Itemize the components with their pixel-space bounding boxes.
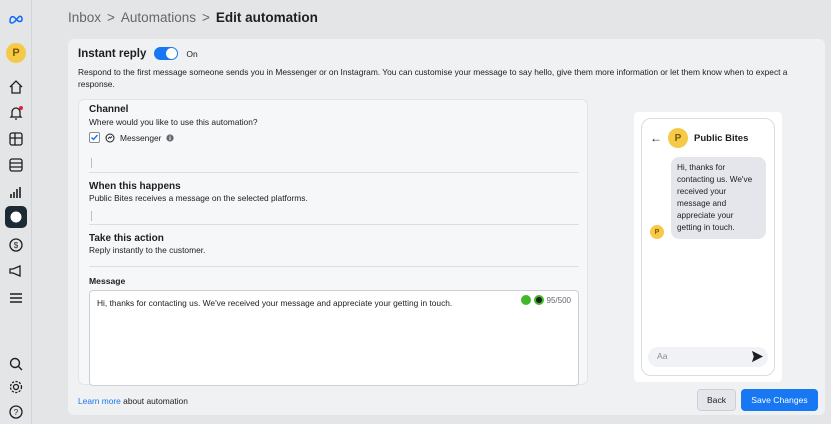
menu-icon[interactable] [5,287,27,309]
notifications-icon[interactable] [5,102,27,124]
divider [89,172,579,173]
message-textarea[interactable]: Hi, thanks for contacting us. We've rece… [89,290,579,386]
emoji-icon[interactable] [533,295,544,305]
message-label: Message [89,276,126,286]
inbox-icon[interactable] [5,206,27,228]
help-icon[interactable]: ? [5,401,27,423]
insights-icon[interactable] [5,181,27,203]
avatar-initial: P [12,47,20,59]
trigger-title: When this happens [89,181,181,192]
page-title: Edit automation [215,10,318,25]
save-changes-button[interactable]: Save Changes [741,389,818,411]
phone-frame: ← P Public Bites Hi, thanks for contacti… [641,118,775,376]
planner-icon[interactable] [5,154,27,176]
preview-message-input: Aa [648,347,768,367]
info-icon[interactable] [166,133,175,142]
channel-title: Channel [89,104,129,115]
learn-more-link[interactable]: Learn more [78,396,121,406]
back-arrow-icon: ← [650,131,662,145]
instant-reply-toggle[interactable] [154,47,179,60]
meta-logo-icon[interactable] [5,8,27,30]
instant-reply-description: Respond to the first message someone sen… [78,67,788,89]
svg-text:$: $ [14,241,19,250]
channel-subtitle: Where would you like to use this automat… [89,117,258,127]
account-avatar[interactable]: P [6,43,26,63]
instant-reply-header: Instant reply On [78,47,198,60]
content-grid-icon[interactable] [5,128,27,150]
message-meta: 95/500 [520,295,571,305]
preview-header: ← P Public Bites [650,128,748,148]
automation-steps: Channel Where would you like to use this… [78,99,588,386]
connector-line [91,158,92,168]
message-text: Hi, thanks for contacting us. We've rece… [97,298,453,308]
monetization-icon[interactable]: $ [5,234,27,256]
breadcrumb: Inbox > Automations > Edit automation [68,10,318,25]
home-icon[interactable] [5,76,27,98]
search-icon[interactable] [5,353,27,375]
breadcrumb-separator: > [107,10,115,25]
action-title: Take this action [89,233,164,244]
back-button[interactable]: Back [697,389,736,411]
messenger-checkbox[interactable] [89,132,100,143]
messenger-label: Messenger [120,132,162,143]
divider [89,266,579,267]
messenger-icon [105,133,115,142]
messenger-preview: ← P Public Bites Hi, thanks for contacti… [634,112,782,382]
ads-megaphone-icon[interactable] [5,260,27,282]
reply-bubble: Hi, thanks for contacting us. We've rece… [671,157,766,239]
action-subtitle: Reply instantly to the customer. [89,245,206,255]
breadcrumb-inbox[interactable]: Inbox [68,10,101,25]
left-sidebar: P $ ? [0,0,32,424]
settings-gear-icon[interactable] [5,376,27,398]
character-counter: 95/500 [546,295,571,305]
svg-text:?: ? [14,408,19,417]
page-name: Public Bites [694,132,749,144]
trigger-subtitle: Public Bites receives a message on the s… [89,193,308,203]
messenger-option[interactable]: Messenger [89,132,175,143]
learn-more-text: Learn more about automation [78,396,188,406]
page-avatar: P [668,128,688,148]
sender-avatar: P [650,225,664,239]
connector-line [91,211,92,221]
breadcrumb-automations[interactable]: Automations [121,10,196,25]
instant-reply-title: Instant reply [78,47,147,60]
divider [89,224,579,225]
personalize-icon[interactable] [520,295,531,305]
learn-more-rest: about automation [120,396,188,406]
breadcrumb-separator: > [201,10,210,25]
toggle-state-label: On [186,48,198,59]
send-icon [751,350,764,363]
input-placeholder: Aa [657,351,668,361]
